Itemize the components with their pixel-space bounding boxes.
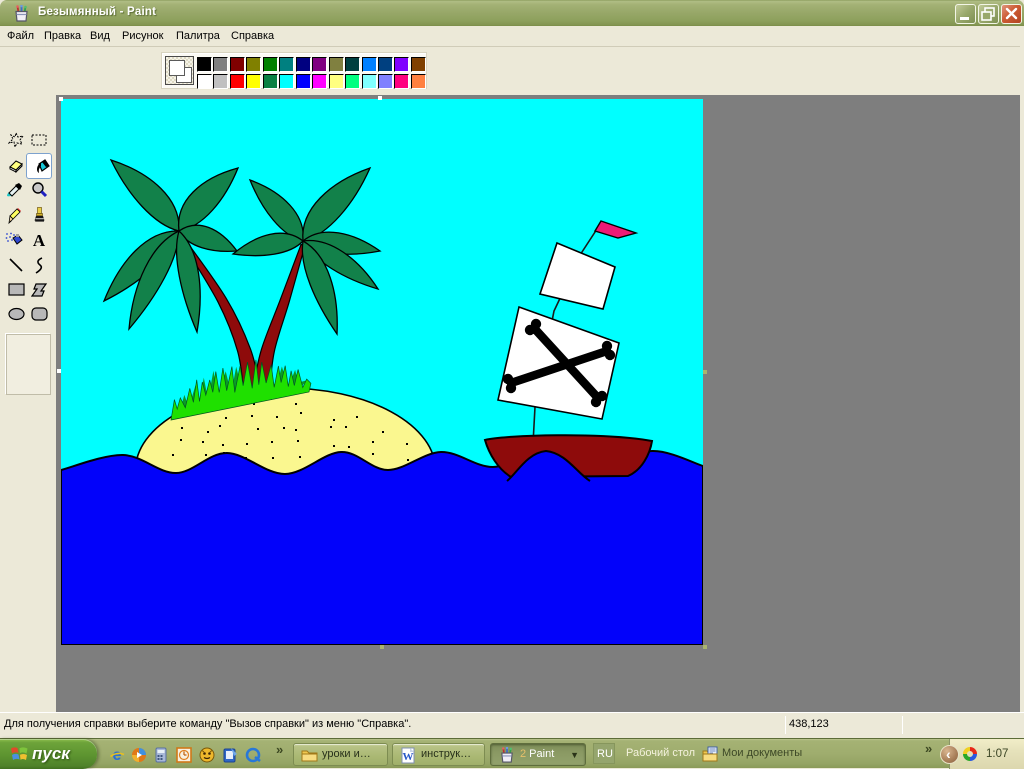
svg-text:A: A [33, 232, 46, 249]
svg-text:W: W [403, 751, 414, 763]
